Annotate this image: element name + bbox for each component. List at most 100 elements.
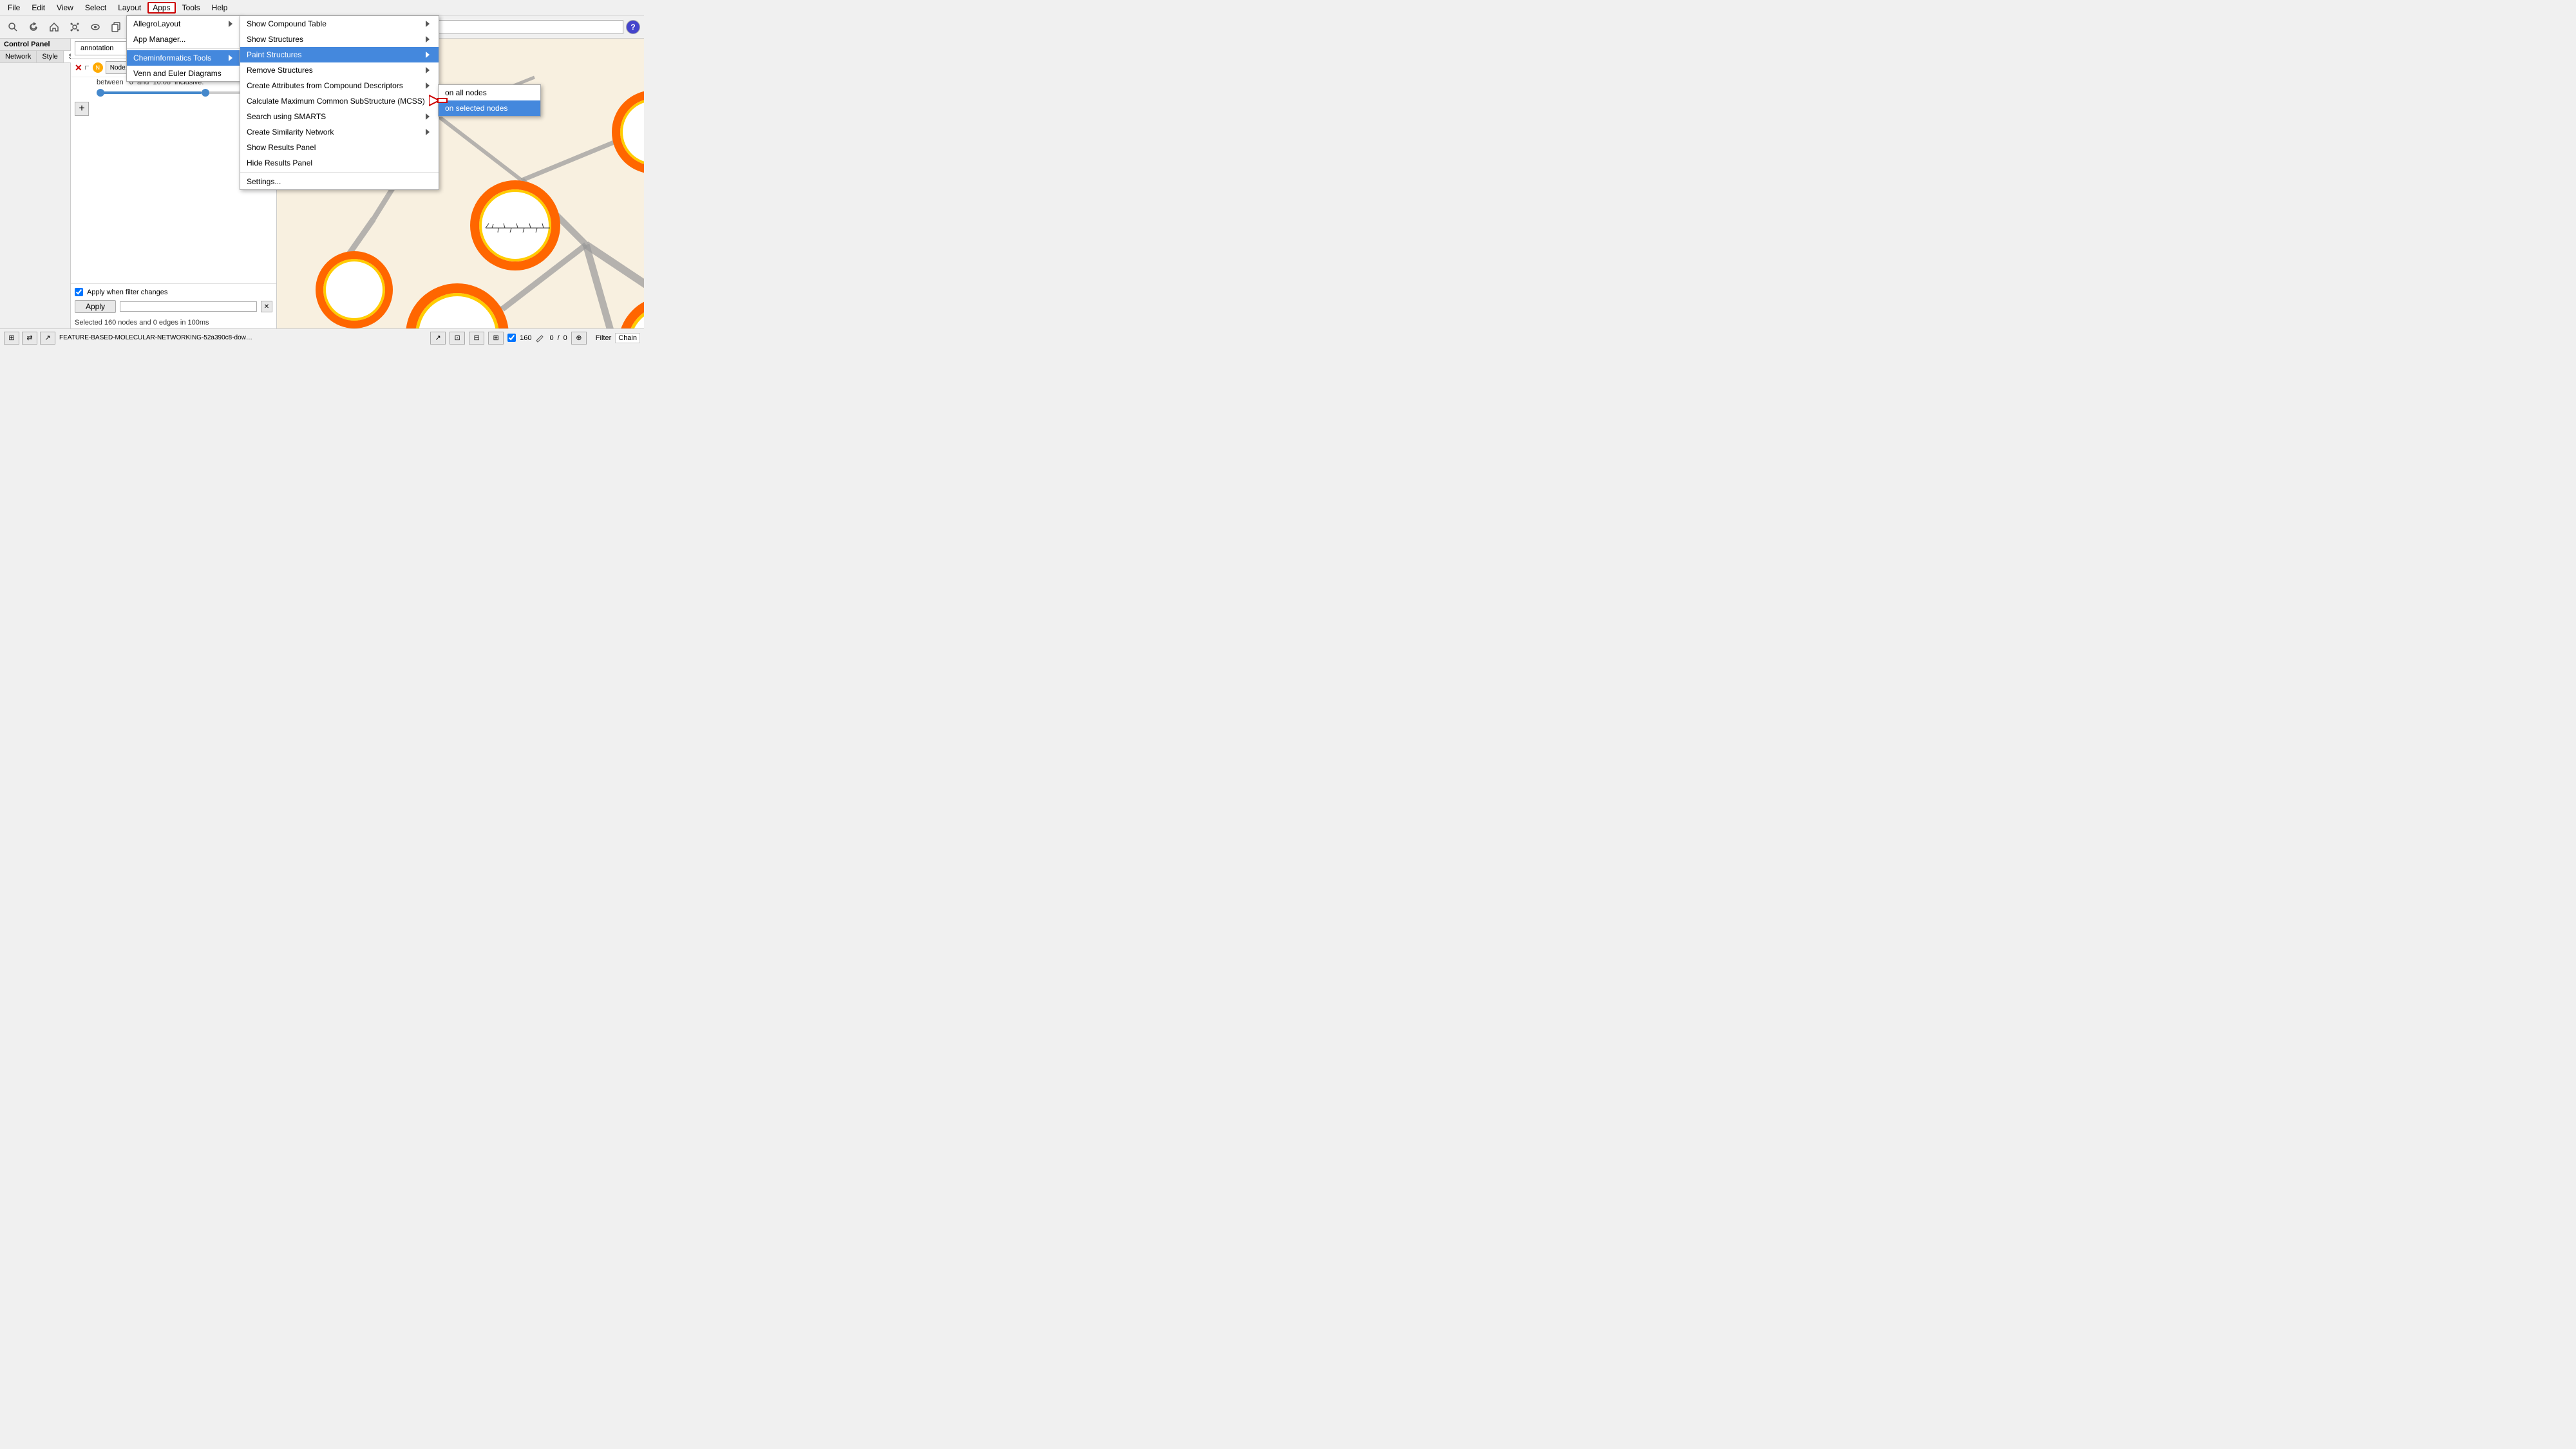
slider-fill xyxy=(97,91,202,94)
divider-label: / xyxy=(558,334,560,342)
apply-cancel-button[interactable]: ✕ xyxy=(261,301,272,312)
create-similarity-arrow xyxy=(426,129,430,135)
menu-select[interactable]: Select xyxy=(80,2,111,14)
filter-label: Filter xyxy=(591,334,611,342)
apply-row: Apply ✕ xyxy=(75,300,272,313)
filter-add-button[interactable]: + xyxy=(75,102,89,116)
edge-count: 0 xyxy=(549,334,553,342)
network-icon xyxy=(70,22,80,32)
deselect-button[interactable]: ⊟ xyxy=(469,332,484,345)
molecule-5 xyxy=(415,325,506,328)
home-icon xyxy=(49,22,59,32)
paint-submenu-dropdown: on all nodes on selected nodes xyxy=(438,84,541,117)
status-bar: ⊞ ⇄ ↗ FEATURE-BASED-MOLECULAR-NETWORKING… xyxy=(0,328,644,346)
grid-view-button[interactable]: ⊞ xyxy=(4,332,19,345)
apps-cheminformatics[interactable]: Cheminformatics Tools xyxy=(127,50,242,66)
search-icon xyxy=(8,22,18,32)
search-smarts-arrow xyxy=(426,113,430,120)
home-button[interactable] xyxy=(45,18,63,36)
chemo-paint-structures[interactable]: Paint Structures xyxy=(240,47,439,62)
refresh-button[interactable] xyxy=(24,18,43,36)
chemo-mcss[interactable]: Calculate Maximum Common SubStructure (M… xyxy=(240,93,439,109)
edge-count-2: 0 xyxy=(564,334,567,342)
control-panel-title: Control Panel xyxy=(0,39,70,51)
status-right: ↗ ⊡ ⊟ ⊞ 160 0 / 0 ⊕ xyxy=(430,332,587,345)
red-arrow-svg xyxy=(429,94,448,107)
copy-icon xyxy=(111,22,121,32)
zoom-button[interactable]: ⊕ xyxy=(571,332,587,345)
chemo-create-attrs[interactable]: Create Attributes from Compound Descript… xyxy=(240,78,439,93)
chemo-show-results[interactable]: Show Results Panel xyxy=(240,140,439,155)
menu-help[interactable]: Help xyxy=(207,2,233,14)
select-all-button[interactable]: ⊡ xyxy=(450,332,465,345)
tab-style[interactable]: Style xyxy=(37,51,63,62)
panel-tabs: Network Style Select Annotati xyxy=(0,51,70,63)
chemo-search-smarts[interactable]: Search using SMARTS xyxy=(240,109,439,124)
node-count: 160 xyxy=(520,334,531,342)
cheminformatics-arrow xyxy=(229,55,232,61)
chemo-show-compound[interactable]: Show Compound Table xyxy=(240,16,439,32)
network-name-label: FEATURE-BASED-MOLECULAR-NETWORKING-52a39… xyxy=(59,334,252,341)
copy-button[interactable] xyxy=(107,18,125,36)
status-icons: ⊞ ⇄ ↗ xyxy=(4,332,55,345)
apply-progress-bar xyxy=(120,301,257,312)
chemo-create-similarity[interactable]: Create Similarity Network xyxy=(240,124,439,140)
search-button[interactable] xyxy=(4,18,22,36)
chemo-hide-results[interactable]: Hide Results Panel xyxy=(240,155,439,171)
slider-track xyxy=(97,91,258,94)
paint-all-nodes[interactable]: on all nodes xyxy=(439,85,540,100)
menu-file[interactable]: File xyxy=(3,2,25,14)
show-checkbox[interactable] xyxy=(507,334,516,342)
filter-remove-button[interactable]: ✕ xyxy=(75,62,82,73)
tab-network[interactable]: Network xyxy=(0,51,37,62)
paint-selected-nodes[interactable]: on selected nodes xyxy=(439,100,540,116)
molecule-1 xyxy=(479,205,556,251)
apps-dropdown: AllegroLayout App Manager... Cheminforma… xyxy=(126,15,242,82)
cheminformatics-dropdown: Show Compound Table Show Structures Pain… xyxy=(240,15,439,190)
view-button[interactable] xyxy=(86,18,104,36)
chemo-show-structures[interactable]: Show Structures xyxy=(240,32,439,47)
menubar: File Edit View Select Layout Apps Tools … xyxy=(0,0,644,15)
chain-label: Chain xyxy=(615,333,640,343)
apps-appmanager[interactable]: App Manager... xyxy=(127,32,242,47)
node-1[interactable] xyxy=(470,180,560,270)
menu-layout[interactable]: Layout xyxy=(113,2,146,14)
node-4[interactable] xyxy=(316,251,393,328)
network-button[interactable] xyxy=(66,18,84,36)
allegrolayout-arrow xyxy=(229,21,232,27)
show-compound-arrow xyxy=(426,21,430,27)
between-label: between xyxy=(97,79,124,86)
apply-when-filter-checkbox[interactable] xyxy=(75,288,83,296)
help-button[interactable]: ? xyxy=(626,20,640,34)
show-structures-arrow xyxy=(426,36,430,43)
slider-thumb-right[interactable] xyxy=(202,89,209,97)
apps-venn[interactable]: Venn and Euler Diagrams xyxy=(127,66,242,81)
export-button[interactable]: ↗ xyxy=(430,332,446,345)
menu-view[interactable]: View xyxy=(52,2,79,14)
eye-icon xyxy=(90,22,100,32)
graph-button[interactable]: ↗ xyxy=(40,332,55,345)
red-arrow-indicator xyxy=(429,94,448,109)
filter-bottom: Apply when filter changes Apply ✕ xyxy=(71,283,276,317)
filter-rule-icon xyxy=(85,66,89,70)
apps-sep xyxy=(127,48,242,49)
filter-node-icon: N xyxy=(93,62,103,73)
apply-check-row: Apply when filter changes xyxy=(75,288,272,296)
paint-structures-arrow xyxy=(426,52,430,58)
apps-allegrolayout[interactable]: AllegroLayout xyxy=(127,16,242,32)
chemo-remove-structures[interactable]: Remove Structures xyxy=(240,62,439,78)
chemo-settings[interactable]: Settings... xyxy=(240,174,439,189)
refresh-icon xyxy=(28,22,39,32)
menu-tools[interactable]: Tools xyxy=(177,2,205,14)
menu-edit[interactable]: Edit xyxy=(26,2,50,14)
share-button[interactable]: ⇄ xyxy=(22,332,37,345)
filter-status-text: Selected 160 nodes and 0 edges in 100ms xyxy=(71,317,276,328)
apply-when-filter-label: Apply when filter changes xyxy=(87,289,167,296)
remove-structures-arrow xyxy=(426,67,430,73)
slider-thumb-left[interactable] xyxy=(97,89,104,97)
pencil-icon xyxy=(535,333,545,343)
layout-button[interactable]: ⊞ xyxy=(488,332,504,345)
left-panel: Control Panel Network Style Select Annot… xyxy=(0,39,71,328)
apply-button[interactable]: Apply xyxy=(75,300,116,313)
menu-apps[interactable]: Apps xyxy=(147,2,175,14)
